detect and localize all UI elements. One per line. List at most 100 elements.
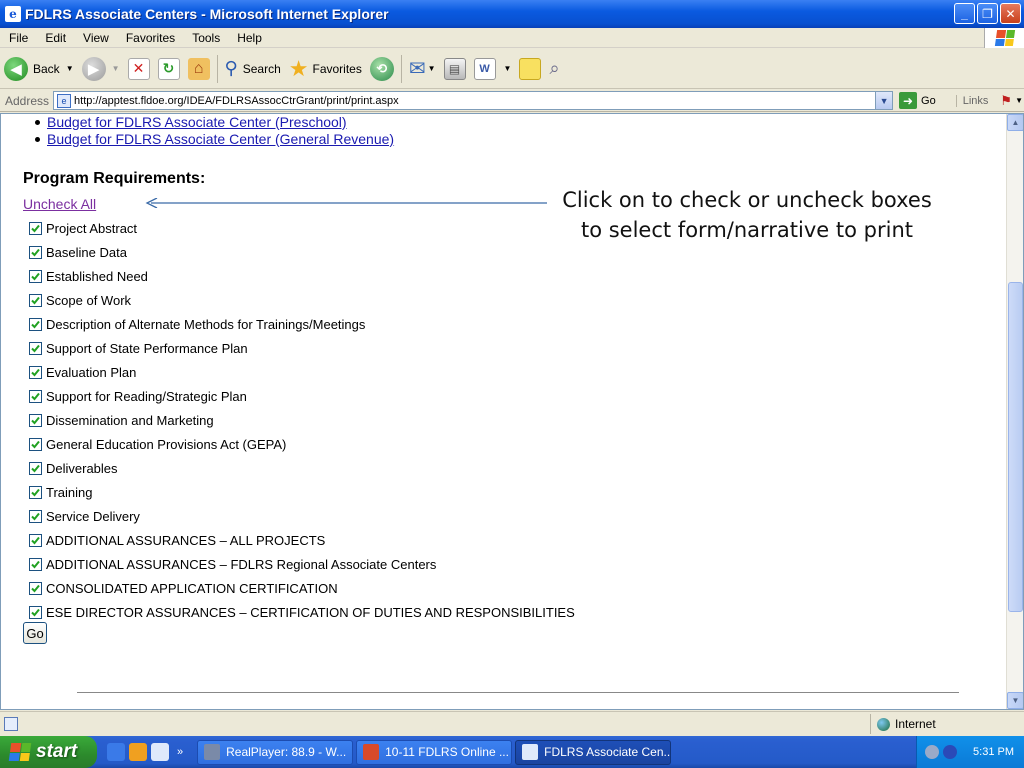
refresh-button[interactable]: ↻ bbox=[154, 53, 184, 85]
favorites-button[interactable]: ★ Favorites bbox=[285, 53, 366, 85]
address-go-button[interactable]: ➜ Go bbox=[899, 92, 936, 109]
desktop-quicklaunch-icon[interactable] bbox=[151, 743, 169, 761]
scroll-down-button[interactable]: ▼ bbox=[1007, 692, 1023, 709]
requirement-label[interactable]: Support for Reading/Strategic Plan bbox=[46, 389, 247, 404]
requirement-checkbox[interactable] bbox=[29, 557, 42, 571]
requirement-label[interactable]: Service Delivery bbox=[46, 509, 140, 524]
mail-dropdown-icon[interactable]: ▼ bbox=[428, 64, 436, 73]
edit-button[interactable]: W ▼ bbox=[470, 53, 516, 85]
edit-dropdown-icon[interactable]: ▼ bbox=[504, 64, 512, 73]
requirement-label[interactable]: CONSOLIDATED APPLICATION CERTIFICATION bbox=[46, 581, 338, 596]
checkmark-icon bbox=[31, 440, 40, 448]
restore-button[interactable]: ❐ bbox=[977, 3, 998, 24]
clock: 5:31 PM bbox=[973, 746, 1014, 758]
menu-edit[interactable]: Edit bbox=[36, 31, 74, 45]
requirement-label[interactable]: Established Need bbox=[46, 269, 148, 284]
back-dropdown-icon[interactable]: ▼ bbox=[66, 64, 74, 73]
requirement-checkbox[interactable] bbox=[29, 413, 42, 427]
requirement-checkbox[interactable] bbox=[29, 581, 42, 595]
outlook-quicklaunch-icon[interactable] bbox=[129, 743, 147, 761]
task-realplayer[interactable]: RealPlayer: 88.9 - W... bbox=[197, 739, 354, 765]
tray-icon[interactable] bbox=[925, 745, 939, 759]
close-button[interactable]: ✕ bbox=[1000, 3, 1021, 24]
requirement-row: Evaluation Plan bbox=[29, 360, 575, 384]
budget-general-revenue-link[interactable]: Budget for FDLRS Associate Center (Gener… bbox=[47, 131, 394, 147]
checkmark-icon bbox=[31, 320, 40, 328]
print-go-button[interactable]: Go bbox=[23, 622, 47, 644]
requirement-label[interactable]: ESE DIRECTOR ASSURANCES – CERTIFICATION … bbox=[46, 605, 575, 620]
minimize-button[interactable]: _ bbox=[954, 3, 975, 24]
ie-quicklaunch-icon[interactable] bbox=[107, 743, 125, 761]
scroll-up-button[interactable]: ▲ bbox=[1007, 114, 1023, 131]
task-fdlrs-ie[interactable]: FDLRS Associate Cen... bbox=[515, 739, 672, 765]
forward-dropdown-icon[interactable]: ▼ bbox=[112, 64, 120, 73]
print-button[interactable]: ▤ bbox=[440, 53, 470, 85]
menu-favorites[interactable]: Favorites bbox=[117, 31, 183, 45]
vertical-scrollbar[interactable]: ▲ ▼ bbox=[1006, 114, 1023, 709]
address-url[interactable]: http://apptest.fldoe.org/IDEA/FDLRSAssoc… bbox=[74, 95, 399, 107]
requirement-checkbox[interactable] bbox=[29, 437, 42, 451]
search-button[interactable]: ⚲ Search bbox=[221, 53, 285, 85]
requirement-checkbox[interactable] bbox=[29, 317, 42, 331]
requirement-checkbox[interactable] bbox=[29, 245, 42, 259]
requirement-label[interactable]: Description of Alternate Methods for Tra… bbox=[46, 317, 365, 332]
requirement-checkbox[interactable] bbox=[29, 389, 42, 403]
requirement-label[interactable]: Dissemination and Marketing bbox=[46, 413, 214, 428]
acrobat-icon[interactable]: ⚑ bbox=[1000, 93, 1012, 109]
task-powerpoint[interactable]: 10-11 FDLRS Online ... bbox=[356, 739, 513, 765]
requirement-label[interactable]: Scope of Work bbox=[46, 293, 131, 308]
requirement-label[interactable]: General Education Provisions Act (GEPA) bbox=[46, 437, 286, 452]
stop-button[interactable]: ✕ bbox=[124, 53, 154, 85]
links-button[interactable]: Links bbox=[955, 94, 995, 107]
address-input[interactable]: e http://apptest.fldoe.org/IDEA/FDLRSAss… bbox=[53, 91, 894, 110]
menu-view[interactable]: View bbox=[74, 31, 117, 45]
budget-preschool-link[interactable]: Budget for FDLRS Associate Center (Presc… bbox=[47, 114, 347, 130]
menu-file[interactable]: File bbox=[0, 31, 36, 45]
acrobat-dropdown-icon[interactable]: ▼ bbox=[1015, 96, 1023, 105]
back-button[interactable]: ◀ Back ▼ bbox=[0, 53, 78, 85]
scroll-thumb[interactable] bbox=[1008, 282, 1023, 612]
requirement-checkbox[interactable] bbox=[29, 365, 42, 379]
uncheck-all-link[interactable]: Uncheck All bbox=[23, 196, 96, 212]
favorites-label: Favorites bbox=[312, 61, 362, 76]
start-button[interactable]: start bbox=[0, 736, 97, 768]
requirement-label[interactable]: Evaluation Plan bbox=[46, 365, 136, 380]
requirement-checkbox[interactable] bbox=[29, 509, 42, 523]
requirement-checkbox[interactable] bbox=[29, 221, 42, 235]
research-button[interactable]: ⌕ bbox=[545, 53, 563, 85]
ie-task-icon bbox=[522, 744, 539, 760]
requirement-label[interactable]: ADDITIONAL ASSURANCES – FDLRS Regional A… bbox=[46, 557, 436, 572]
requirement-label[interactable]: Baseline Data bbox=[46, 245, 127, 260]
tray-audio-icon[interactable] bbox=[943, 745, 957, 759]
requirement-label[interactable]: Deliverables bbox=[46, 461, 118, 476]
requirement-checkbox[interactable] bbox=[29, 293, 42, 307]
requirement-checkbox[interactable] bbox=[29, 533, 42, 547]
forward-arrow-icon: ▶ bbox=[81, 56, 106, 81]
requirement-checkbox[interactable] bbox=[29, 485, 42, 499]
forward-button[interactable]: ▶ ▼ bbox=[78, 53, 124, 85]
quick-launch-chevron-icon[interactable]: » bbox=[177, 746, 183, 758]
history-button[interactable]: ⟲ bbox=[366, 53, 398, 85]
requirement-checkbox[interactable] bbox=[29, 269, 42, 283]
title-bar: e FDLRS Associate Centers - Microsoft In… bbox=[0, 0, 1024, 28]
annotation-text: Click on to check or uncheck boxes to se… bbox=[562, 188, 932, 242]
mail-button[interactable]: ✉ ▼ bbox=[405, 53, 440, 85]
checkmark-icon bbox=[31, 536, 40, 544]
discuss-button[interactable] bbox=[515, 53, 545, 85]
requirement-checkbox[interactable] bbox=[29, 341, 42, 355]
home-button[interactable]: ⌂ bbox=[184, 53, 214, 85]
address-dropdown-icon[interactable]: ▼ bbox=[875, 92, 893, 109]
requirement-row: General Education Provisions Act (GEPA) bbox=[29, 432, 575, 456]
requirement-label[interactable]: ADDITIONAL ASSURANCES – ALL PROJECTS bbox=[46, 533, 325, 548]
word-edit-icon: W bbox=[473, 57, 496, 80]
menu-tools[interactable]: Tools bbox=[183, 31, 228, 45]
requirement-checkbox[interactable] bbox=[29, 605, 42, 619]
requirement-label[interactable]: Support of State Performance Plan bbox=[46, 341, 248, 356]
menu-bar: File Edit View Favorites Tools Help bbox=[0, 28, 1024, 48]
requirement-label[interactable]: Project Abstract bbox=[46, 221, 137, 236]
checkmark-icon bbox=[31, 608, 40, 616]
requirement-checkbox[interactable] bbox=[29, 461, 42, 475]
address-label: Address bbox=[5, 93, 50, 108]
requirement-label[interactable]: Training bbox=[46, 485, 92, 500]
menu-help[interactable]: Help bbox=[228, 31, 270, 45]
